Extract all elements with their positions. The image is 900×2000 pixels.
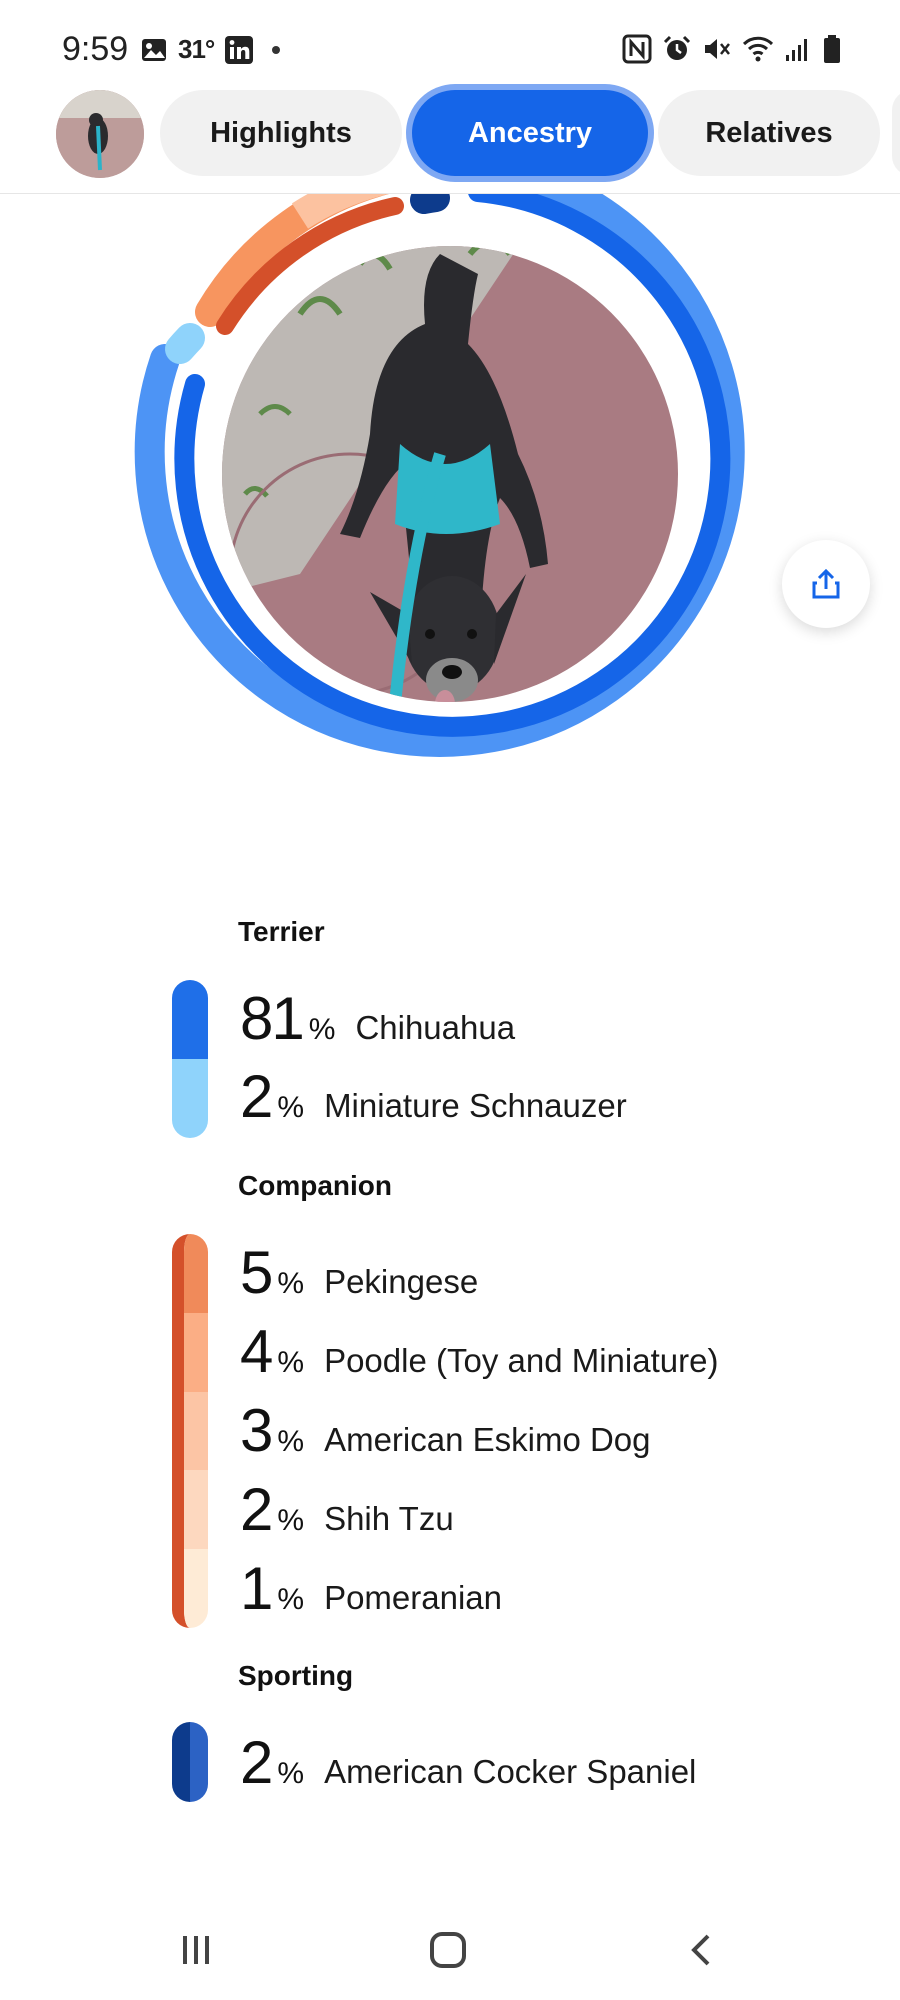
bar-seg-chihuahua: [172, 980, 208, 1059]
battery-icon: [822, 34, 842, 64]
status-bar: 9:59 31°: [0, 0, 900, 88]
dog-avatar[interactable]: [56, 90, 144, 178]
breed-percent: 2: [240, 1063, 273, 1130]
breed-row-poodle[interactable]: 4 % Poodle (Toy and Miniature): [240, 1317, 718, 1386]
percent-sign: %: [277, 1346, 305, 1379]
bar-seg-american-cocker-spaniel: [172, 1722, 208, 1802]
back-icon: [691, 1934, 710, 1966]
group-bar-sporting: [172, 1722, 208, 1802]
breed-name: Poodle (Toy and Miniature): [324, 1342, 719, 1379]
tab-more[interactable]: [892, 90, 900, 176]
breed-name: Pekingese: [324, 1263, 479, 1300]
tab-relatives[interactable]: Relatives: [658, 90, 880, 176]
mute-icon: [702, 34, 732, 64]
bar-seg-poodle: [184, 1312, 208, 1392]
status-temperature: 31°: [178, 34, 215, 64]
back-button[interactable]: [672, 1926, 732, 1974]
status-left-icons: 31°: [140, 34, 281, 65]
alarm-icon: [662, 34, 692, 64]
wifi-icon: [742, 34, 774, 64]
bar-seg-pekingese: [184, 1234, 208, 1313]
breed-percent: 3: [240, 1397, 273, 1464]
nfc-icon: [622, 34, 652, 64]
breed-percent: 2: [240, 1476, 273, 1543]
ancestry-ring-chart: [0, 194, 900, 794]
breed-percent: 5: [240, 1239, 273, 1306]
gallery-icon: [140, 36, 168, 64]
breed-percent: 1: [240, 1555, 273, 1622]
breed-percent: 2: [240, 1729, 273, 1796]
share-icon: [812, 568, 840, 599]
group-title-terrier: Terrier: [238, 916, 325, 947]
breed-percent: 81: [240, 985, 305, 1052]
percent-sign: %: [277, 1504, 305, 1537]
percent-sign: %: [277, 1757, 305, 1790]
group-title-sporting: Sporting: [238, 1660, 354, 1691]
group-title-companion: Companion: [238, 1170, 392, 1201]
signal-icon: [784, 35, 812, 63]
bar-seg-pomeranian: [184, 1549, 208, 1628]
dot-icon: [272, 45, 281, 54]
breed-name: American Cocker Spaniel: [324, 1753, 697, 1790]
breed-name: Shih Tzu: [324, 1500, 454, 1537]
bar-seg-miniature-schnauzer: [172, 1059, 208, 1138]
breed-row-pomeranian[interactable]: 1 % Pomeranian: [240, 1554, 502, 1623]
breed-name: Chihuahua: [355, 1009, 516, 1046]
breed-row-pekingese[interactable]: 5 % Pekingese: [240, 1238, 478, 1307]
tab-bar: Highlights Ancestry Relatives: [0, 86, 900, 194]
percent-sign: %: [277, 1425, 305, 1458]
bar-seg-shih-tzu: [184, 1470, 208, 1550]
breed-name: American Eskimo Dog: [324, 1421, 651, 1458]
recent-apps-icon: [183, 1936, 209, 1964]
breed-row-american-cocker-spaniel[interactable]: 2 % American Cocker Spaniel: [240, 1728, 696, 1797]
group-bar-terrier: [172, 980, 208, 1138]
home-icon: [430, 1932, 466, 1968]
tab-ancestry[interactable]: Ancestry: [412, 90, 648, 176]
status-right-icons: [622, 34, 842, 64]
percent-sign: %: [308, 1013, 336, 1046]
home-button[interactable]: [418, 1926, 478, 1974]
share-button[interactable]: [782, 540, 870, 628]
tab-highlights[interactable]: Highlights: [160, 90, 402, 176]
breed-row-shih-tzu[interactable]: 2 % Shih Tzu: [240, 1475, 454, 1544]
ring-schnauzer: [165, 323, 205, 364]
ring-sporting: [410, 194, 450, 214]
recent-apps-button[interactable]: [166, 1926, 226, 1974]
group-bar-companion: [172, 1234, 208, 1628]
percent-sign: %: [277, 1091, 305, 1124]
dog-photo: [222, 246, 678, 702]
breed-name: Pomeranian: [324, 1579, 503, 1616]
system-nav-bar: [0, 1900, 900, 2000]
breed-row-chihuahua[interactable]: 81 % Chihuahua: [240, 984, 515, 1053]
percent-sign: %: [277, 1267, 305, 1300]
breed-name: Miniature Schnauzer: [324, 1087, 627, 1124]
status-time: 9:59: [62, 30, 129, 68]
percent-sign: %: [277, 1583, 305, 1616]
breed-row-miniature-schnauzer[interactable]: 2 % Miniature Schnauzer: [240, 1062, 627, 1131]
breed-percent: 4: [240, 1318, 273, 1385]
ancestry-ring-svg: [134, 194, 745, 757]
linkedin-icon: [224, 35, 254, 65]
breed-row-american-eskimo-dog[interactable]: 3 % American Eskimo Dog: [240, 1396, 651, 1465]
bar-seg-american-eskimo-dog: [184, 1391, 208, 1471]
